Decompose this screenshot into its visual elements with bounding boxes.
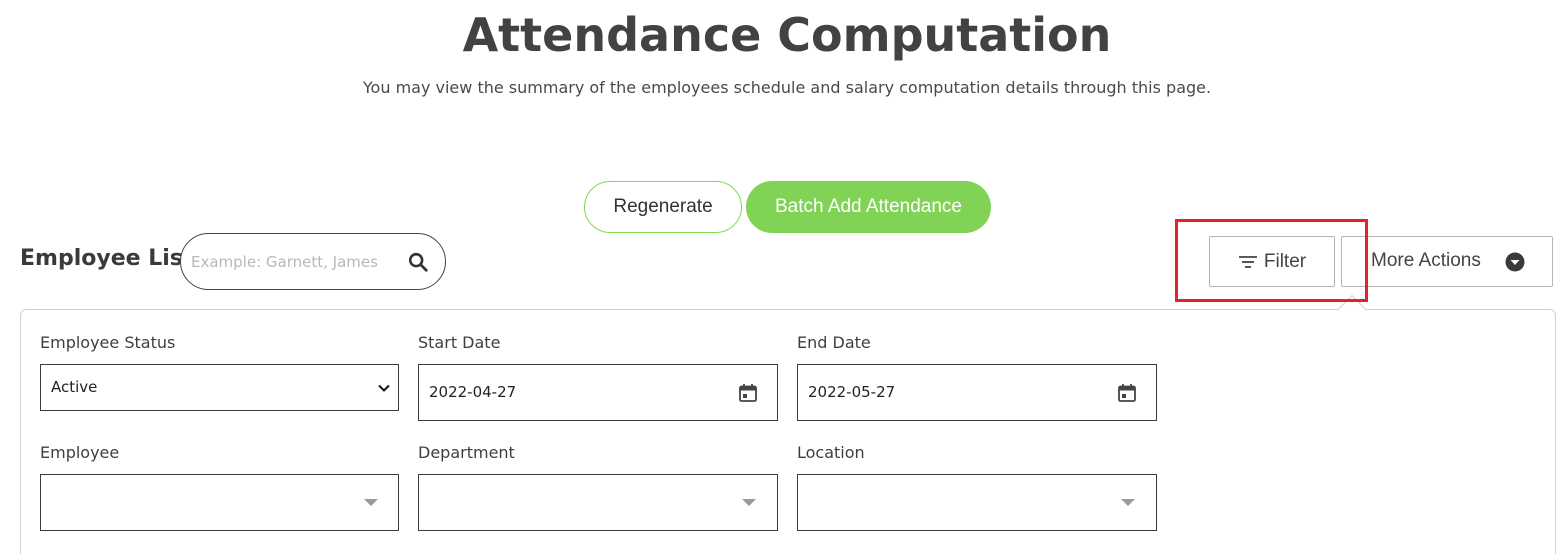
location-label: Location: [797, 443, 865, 462]
regenerate-button[interactable]: Regenerate: [584, 181, 742, 233]
page-subtitle: You may view the summary of the employee…: [362, 78, 1212, 97]
calendar-icon[interactable]: [738, 383, 758, 403]
filter-icon: [1238, 255, 1257, 268]
triangle-down-icon: [742, 499, 756, 506]
triangle-down-icon: [364, 499, 378, 506]
start-date-label: Start Date: [418, 333, 501, 352]
employee-status-select[interactable]: Active: [40, 364, 399, 411]
location-select[interactable]: [797, 474, 1157, 531]
start-date-value: 2022-04-27: [429, 383, 517, 401]
search-icon[interactable]: [407, 251, 429, 273]
employee-search-box: [180, 233, 446, 290]
caret-down-circle-icon: [1505, 252, 1525, 272]
end-date-value: 2022-05-27: [808, 383, 896, 401]
start-date-input[interactable]: 2022-04-27: [418, 364, 778, 421]
employee-status-value: Active: [51, 378, 98, 396]
end-date-input[interactable]: 2022-05-27: [797, 364, 1157, 421]
employee-list-heading: Employee List: [20, 246, 194, 271]
page-title: Attendance Computation: [462, 8, 1112, 62]
filter-button[interactable]: Filter: [1209, 236, 1335, 287]
chevron-down-icon: [378, 384, 390, 392]
employee-search-input[interactable]: [191, 248, 401, 276]
employee-select[interactable]: [40, 474, 399, 531]
more-actions-button[interactable]: More Actions: [1341, 236, 1553, 287]
triangle-down-icon: [1121, 499, 1135, 506]
employee-status-label: Employee Status: [40, 333, 176, 352]
calendar-icon[interactable]: [1117, 383, 1137, 403]
department-label: Department: [418, 443, 515, 462]
filter-button-label: Filter: [1263, 250, 1307, 272]
more-actions-label: More Actions: [1371, 250, 1481, 271]
end-date-label: End Date: [797, 333, 871, 352]
employee-label: Employee: [40, 443, 120, 462]
batch-add-attendance-button[interactable]: Batch Add Attendance: [746, 181, 991, 233]
department-select[interactable]: [418, 474, 778, 531]
